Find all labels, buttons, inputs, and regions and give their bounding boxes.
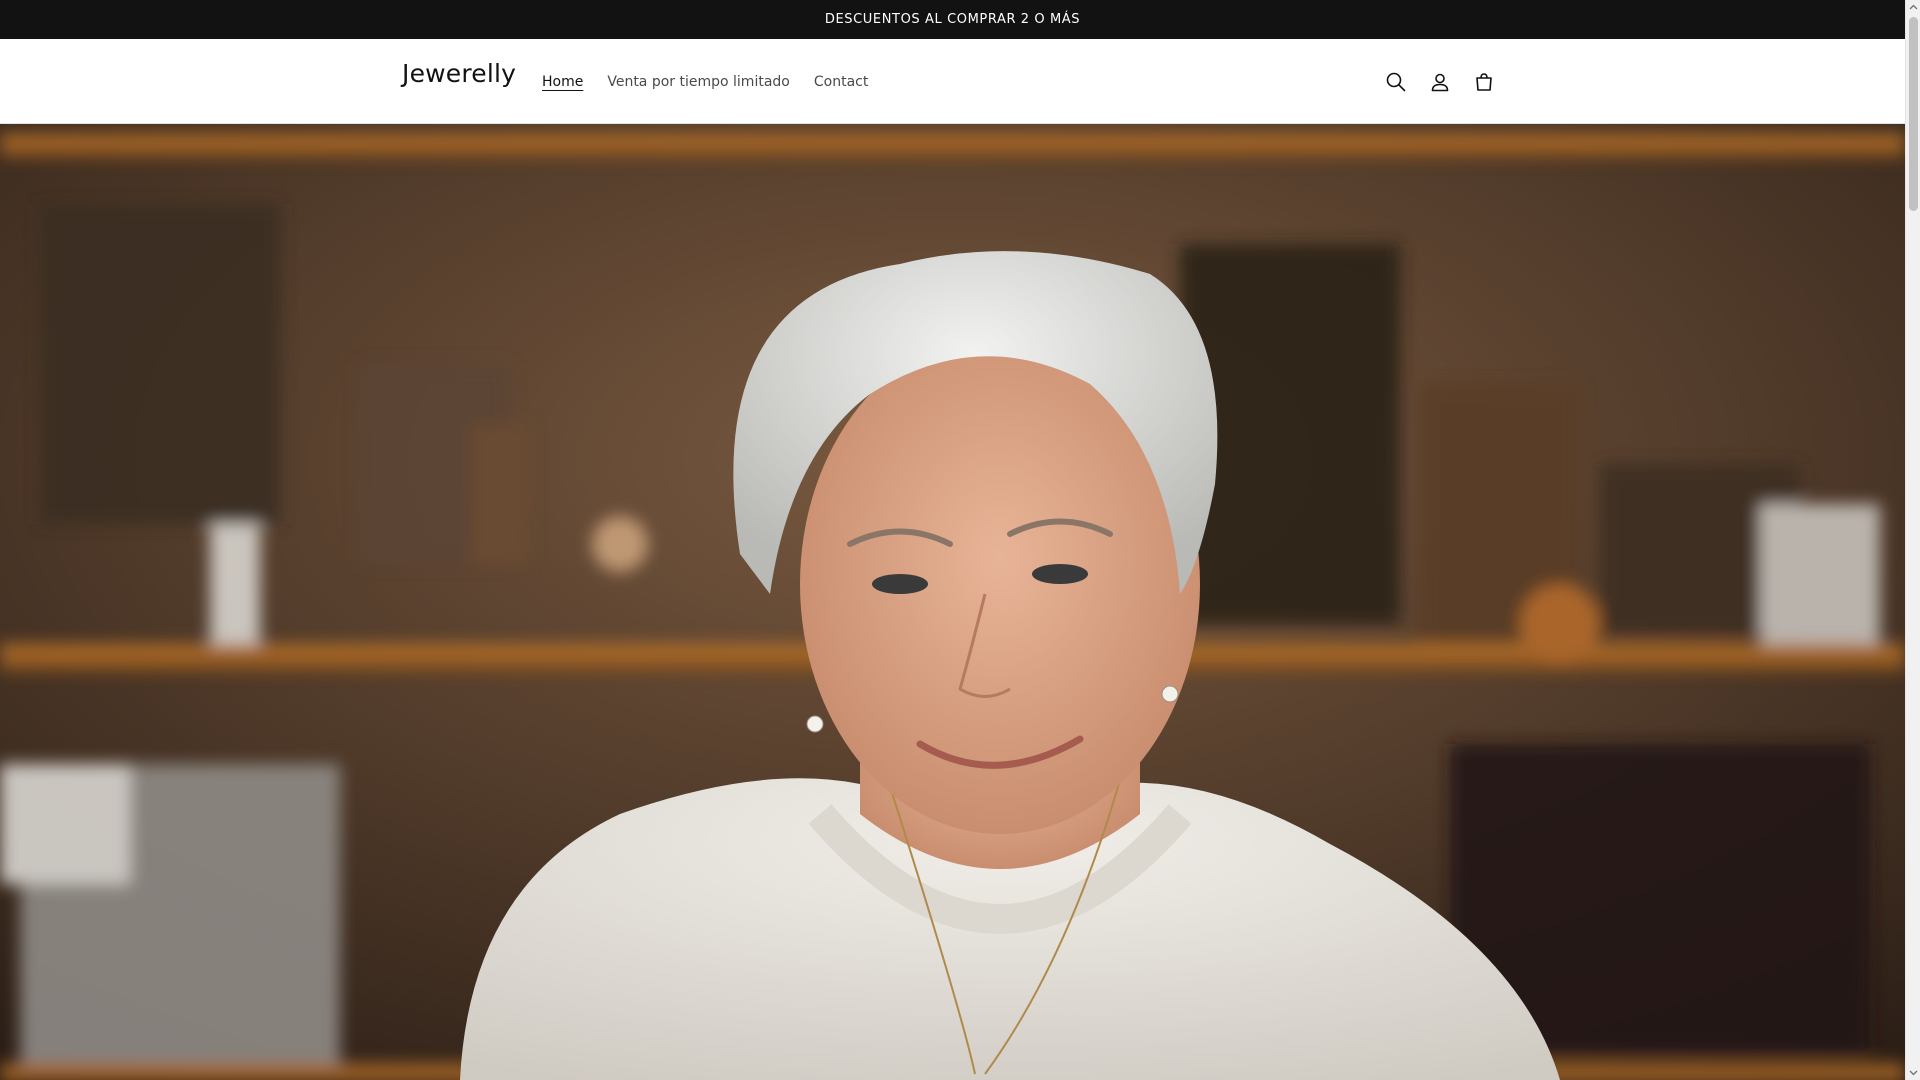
search-button[interactable] [1374,60,1418,104]
scroll-down-arrow-icon[interactable] [1909,1068,1918,1077]
account-icon [1431,73,1449,91]
cart-icon [1476,72,1492,91]
hero-banner [0,124,1905,1080]
announcement-text: DESCUENTOS AL COMPRAR 2 O MÁS [824,12,1081,27]
header-icons [1374,39,1506,124]
scroll-thumb[interactable] [1909,17,1918,211]
nav-contact[interactable]: Contact [802,74,880,90]
main-nav: Home Venta por tiempo limitado Contact [530,39,880,124]
site-logo[interactable]: Jewerelly [402,59,516,88]
site-header: Jewerelly Home Venta por tiempo limitado… [0,39,1905,124]
cart-button[interactable] [1462,60,1506,104]
announcement-bar: DESCUENTOS AL COMPRAR 2 O MÁS [0,0,1905,39]
scrollbar[interactable] [1905,0,1920,1080]
search-icon [1386,72,1406,91]
scroll-up-arrow-icon[interactable] [1909,3,1918,12]
account-button[interactable] [1418,60,1462,104]
hero-image [0,124,1905,1080]
nav-home[interactable]: Home [530,74,595,90]
nav-limited-time-sale[interactable]: Venta por tiempo limitado [595,74,802,90]
page: DESCUENTOS AL COMPRAR 2 O MÁS Jewerelly … [0,0,1920,1080]
